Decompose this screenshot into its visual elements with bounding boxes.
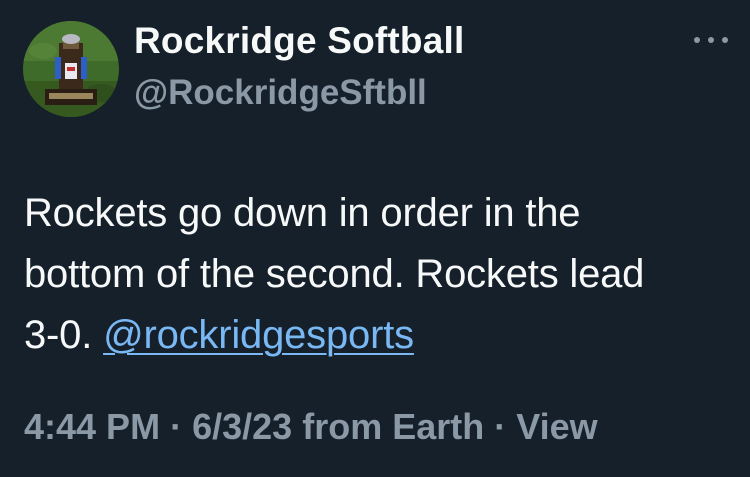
more-dots-icon: [708, 37, 714, 43]
trophy-icon: [23, 21, 119, 117]
tweet-text-line: 3-0. @rockridgesports: [24, 305, 724, 366]
tweet-text-line: bottom of the second. Rockets lead: [24, 252, 645, 296]
tweet-text-line: Rockets go down in order in the: [24, 191, 581, 235]
tweet-card: Rockridge Softball @RockridgeSftbll Rock…: [0, 0, 750, 477]
separator: ·: [494, 406, 507, 447]
tweet-source: from Earth: [302, 406, 485, 447]
tweet-time[interactable]: 4:44 PM: [24, 406, 160, 447]
tweet-date[interactable]: 6/3/23: [192, 406, 292, 447]
more-dots-icon: [694, 37, 700, 43]
view-link[interactable]: View: [516, 406, 597, 447]
tweet-text: Rockets go down in order in the bottom o…: [24, 183, 724, 366]
mention-link[interactable]: @rockridgesports: [103, 313, 414, 357]
more-options-button[interactable]: [694, 30, 728, 50]
avatar[interactable]: [23, 21, 119, 117]
tweet-metadata: 4:44 PM · 6/3/23 from Earth · View: [24, 406, 598, 448]
tweet-text-end: 3-0.: [24, 313, 93, 357]
more-dots-icon: [722, 37, 728, 43]
display-name[interactable]: Rockridge Softball: [134, 20, 464, 62]
separator: ·: [170, 406, 183, 447]
user-handle[interactable]: @RockridgeSftbll: [134, 73, 427, 113]
